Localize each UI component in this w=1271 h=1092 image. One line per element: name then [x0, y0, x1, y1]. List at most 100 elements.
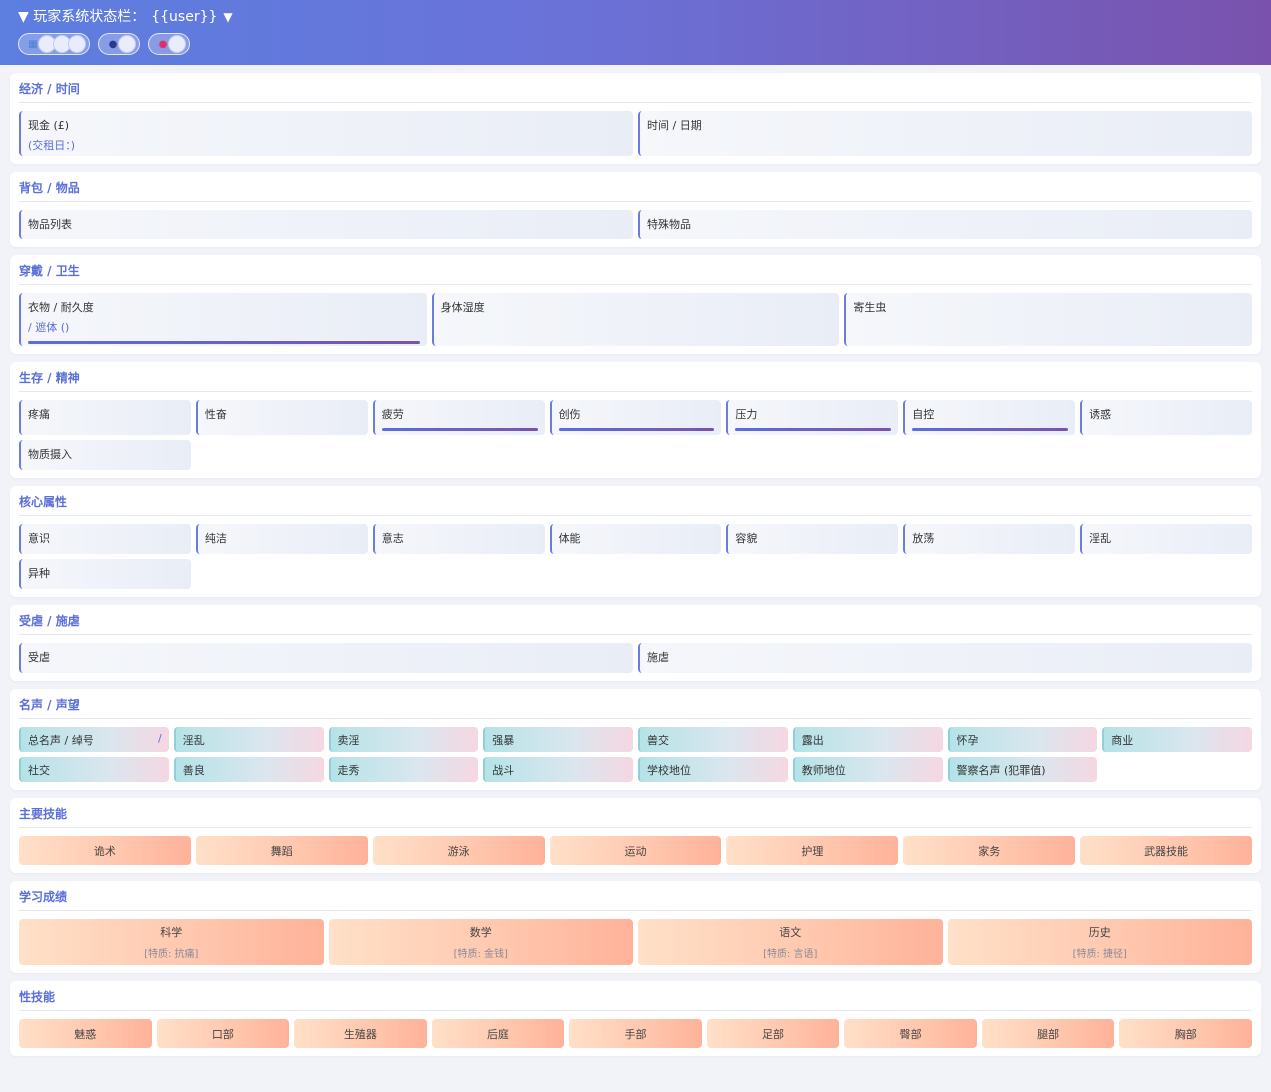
main-content: 经济 / 时间 现金 (£) (交租日：) 时间 / 日期 背包 / 物品 物品… — [0, 65, 1271, 1056]
stat-label: 疼痛 — [28, 408, 50, 421]
fame-card: 卖淫 — [328, 727, 479, 752]
parasite-card: 寄生虫 — [844, 293, 1252, 346]
study-subject: 历史 — [1088, 926, 1111, 939]
study-trait: [特质: 抗痛] — [144, 949, 199, 960]
pill-circle — [168, 35, 186, 53]
fame-card: 露出 — [792, 727, 943, 752]
cash-card: 现金 (£) (交租日：) — [19, 111, 633, 156]
study-card: 数学 [特质: 金钱] — [328, 919, 633, 965]
stat-label: 诱惑 — [1089, 408, 1112, 421]
fame-label: 学校地位 — [647, 764, 691, 777]
core-stat-label: 淫乱 — [1089, 532, 1112, 545]
sadism-label: 施虐 — [647, 651, 669, 664]
study-subject: 语文 — [779, 926, 802, 939]
stat-card-control: 自控 — [903, 400, 1076, 435]
section-title: 性技能 — [19, 989, 1252, 1011]
masochism-card: 受虐 — [19, 643, 633, 673]
clothes-label: 衣物 / 耐久度 — [28, 301, 94, 314]
header-user: {{user}} — [151, 9, 218, 25]
fame-card: 兽交 — [638, 727, 788, 752]
section-skills: 主要技能 诡术 舞蹈 游泳 运动 护理 家务 武器技能 — [10, 798, 1261, 873]
study-subject: 数学 — [469, 926, 492, 939]
fame-card: 战斗 — [483, 757, 633, 782]
fame-label: 商业 — [1111, 734, 1134, 747]
stat-label: 物质摄入 — [28, 448, 72, 461]
fame-label: 社交 — [28, 764, 50, 777]
fame-total-label: 总名声 / 绰号 — [28, 734, 94, 747]
fame-label: 卖淫 — [337, 734, 360, 747]
special-items-label: 特殊物品 — [647, 218, 691, 231]
sadism-card: 施虐 — [638, 643, 1252, 673]
fame-card: 警察名声 (犯罪值) — [947, 757, 1098, 782]
core-stat-card: 淫乱 — [1080, 524, 1252, 554]
cash-label: 现金 (£) — [28, 119, 70, 132]
skill-card: 家务 — [903, 836, 1076, 865]
core-stat-card: 体能 — [549, 524, 722, 554]
fame-card: 善良 — [173, 757, 324, 782]
section-study: 学习成绩 科学 [特质: 抗痛] 数学 [特质: 金钱] 语文 [特质: 言语]… — [10, 881, 1261, 973]
study-card: 语文 [特质: 言语] — [638, 919, 943, 965]
section-survival: 生存 / 精神 疼痛 性奋 疲劳 创伤 压力 自控 诱惑 物质摄入 — [10, 362, 1261, 478]
section-title: 生存 / 精神 — [19, 370, 1252, 392]
section-fame: 名声 / 声望 总名声 / 绰号 / 淫乱 卖淫 强暴 兽交 露出 怀孕 商业 … — [10, 689, 1261, 790]
header-pill-row: ▦ ● ● — [18, 33, 1253, 55]
sex-skill-card: 口部 — [156, 1019, 290, 1048]
calendar-pill[interactable]: ▦ — [18, 33, 90, 55]
cover-label: / 遮体 () — [28, 321, 70, 334]
core-stat-label: 体能 — [558, 532, 581, 545]
section-wear: 穿戴 / 卫生 衣物 / 耐久度 / 遮体 () 身体湿度 寄生虫 — [10, 255, 1261, 354]
study-card: 科学 [特质: 抗痛] — [19, 919, 324, 965]
core-stat-card: 意志 — [372, 524, 545, 554]
location-pill[interactable]: ● — [148, 33, 190, 55]
study-card: 历史 [特质: 捷径] — [947, 919, 1252, 965]
pill-circle — [118, 35, 136, 53]
fame-card: 淫乱 — [173, 727, 324, 752]
sex-skill-card: 魅惑 — [19, 1019, 152, 1048]
skill-card: 武器技能 — [1080, 836, 1252, 865]
section-bag: 背包 / 物品 物品列表 特殊物品 — [10, 172, 1261, 247]
stat-card-stress: 压力 — [726, 400, 899, 435]
toggle-triangle-icon[interactable]: ▼ — [223, 7, 232, 27]
stat-label: 性奋 — [204, 408, 227, 421]
skill-card: 运动 — [549, 836, 722, 865]
core-stat-label: 意志 — [381, 532, 404, 545]
time-label: 时间 / 日期 — [647, 119, 702, 132]
fame-label: 走秀 — [337, 764, 360, 777]
core-stat-card: 意识 — [19, 524, 191, 554]
stat-bar — [912, 428, 1069, 431]
header-title-prefix: ▼ 玩家系统状态栏： — [18, 9, 146, 25]
section-core: 核心属性 意识 纯洁 意志 体能 容貌 放荡 淫乱 异种 — [10, 486, 1261, 597]
study-subject: 科学 — [160, 926, 183, 939]
fame-label: 教师地位 — [801, 764, 846, 777]
rent-label: (交租日：) — [28, 139, 76, 152]
wetness-label: 身体湿度 — [440, 301, 485, 314]
user-pill[interactable]: ● — [98, 33, 140, 55]
clothes-card: 衣物 / 耐久度 / 遮体 () — [19, 293, 427, 346]
section-economy: 经济 / 时间 现金 (£) (交租日：) 时间 / 日期 — [10, 73, 1261, 164]
stat-card-temptation: 诱惑 — [1080, 400, 1252, 435]
header-title[interactable]: ▼ 玩家系统状态栏： {{user}} ▼ — [18, 7, 1253, 27]
section-sex-skills: 性技能 魅惑 口部 生殖器 后庭 手部 足部 臀部 腿部 胸部 — [10, 981, 1261, 1056]
fame-label: 兽交 — [647, 734, 669, 747]
status-header: ▼ 玩家系统状态栏： {{user}} ▼ ▦ ● ● — [0, 0, 1271, 65]
sex-skill-card: 胸部 — [1119, 1019, 1252, 1048]
fame-card: 强暴 — [483, 727, 633, 752]
fame-total-slash: / — [158, 732, 162, 745]
pill-circle — [68, 35, 86, 53]
section-title: 经济 / 时间 — [19, 81, 1252, 103]
fame-card: 教师地位 — [792, 757, 943, 782]
stat-label: 疲劳 — [381, 408, 404, 421]
time-card: 时间 / 日期 — [638, 111, 1252, 156]
section-abuse: 受虐 / 施虐 受虐 施虐 — [10, 605, 1261, 681]
sex-skill-card: 手部 — [569, 1019, 702, 1048]
fame-label: 露出 — [801, 734, 824, 747]
fame-label: 怀孕 — [956, 734, 979, 747]
stat-card-trauma: 创伤 — [549, 400, 722, 435]
section-title: 学习成绩 — [19, 889, 1252, 911]
sex-skill-card: 足部 — [706, 1019, 840, 1048]
section-title: 名声 / 声望 — [19, 697, 1252, 719]
fame-label: 战斗 — [492, 764, 515, 777]
sex-skill-card: 臀部 — [844, 1019, 977, 1048]
section-title: 穿戴 / 卫生 — [19, 263, 1252, 285]
study-trait: [特质: 言语] — [763, 949, 818, 960]
